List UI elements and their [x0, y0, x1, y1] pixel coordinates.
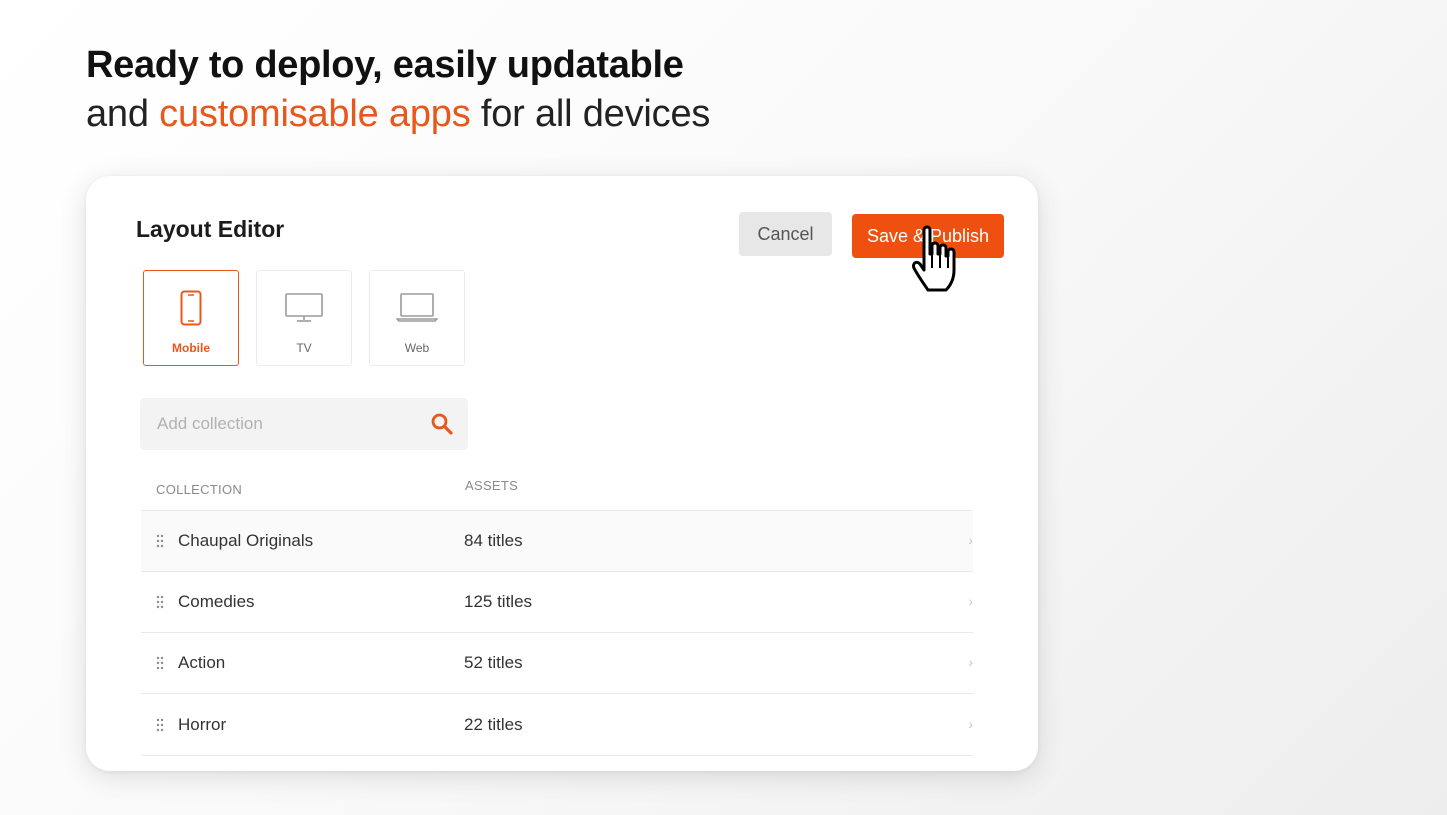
table-row[interactable]: Comedies 125 titles ›: [141, 571, 973, 632]
tab-web-label: Web: [404, 341, 430, 355]
headline: Ready to deploy, easily updatable and cu…: [86, 40, 710, 138]
tab-web[interactable]: Web: [369, 270, 465, 366]
asset-count: 22 titles: [464, 714, 523, 734]
collection-name: Chaupal Originals: [178, 531, 314, 550]
headline-accent: customisable apps: [159, 93, 471, 135]
drag-handle-icon[interactable]: [156, 718, 164, 732]
collection-name: Action: [178, 653, 226, 672]
tab-tv[interactable]: TV: [256, 270, 352, 366]
drag-handle-icon[interactable]: [156, 534, 164, 548]
layout-editor-card: Layout Editor Cancel Save & Publish Mobi…: [86, 176, 1038, 771]
laptop-icon: [396, 289, 438, 327]
mobile-phone-icon: [180, 289, 202, 327]
cancel-button[interactable]: Cancel: [739, 212, 832, 256]
collections-table: Chaupal Originals 84 titles › Comedies 1…: [141, 510, 973, 756]
collection-name: Comedies: [178, 592, 255, 611]
tab-tv-label: TV: [296, 341, 312, 355]
tv-icon: [285, 289, 323, 327]
add-collection-search: [140, 398, 468, 450]
headline-line-2: and customisable apps for all devices: [86, 90, 710, 138]
asset-count: 125 titles: [464, 592, 533, 611]
asset-count: 84 titles: [464, 531, 523, 550]
table-row[interactable]: Action 52 titles ›: [141, 632, 973, 693]
chevron-right-icon[interactable]: ›: [968, 593, 973, 609]
device-tabs: Mobile TV Web: [143, 270, 465, 366]
editor-title: Layout Editor: [136, 216, 285, 242]
search-icon[interactable]: [430, 412, 454, 441]
tab-mobile[interactable]: Mobile: [143, 270, 239, 366]
headline-line-1: Ready to deploy, easily updatable: [86, 44, 684, 86]
drag-handle-icon[interactable]: [156, 595, 164, 609]
chevron-right-icon[interactable]: ›: [968, 532, 973, 548]
drag-handle-icon[interactable]: [156, 656, 164, 670]
asset-count: 52 titles: [464, 653, 523, 672]
headline-suffix: for all devices: [470, 93, 711, 135]
chevron-right-icon[interactable]: ›: [968, 654, 973, 670]
column-header-collection: COLLECTION: [156, 482, 243, 497]
add-collection-input[interactable]: [140, 398, 420, 450]
headline-prefix: and: [86, 93, 160, 135]
column-header-assets: ASSETS: [465, 478, 519, 493]
tab-mobile-label: Mobile: [172, 341, 210, 355]
table-row[interactable]: Horror 22 titles ›: [141, 693, 973, 756]
hand-pointer-cursor-icon: [908, 224, 966, 296]
table-row[interactable]: Chaupal Originals 84 titles ›: [141, 510, 973, 571]
collection-name: Horror: [178, 714, 227, 734]
chevron-right-icon[interactable]: ›: [968, 716, 973, 732]
